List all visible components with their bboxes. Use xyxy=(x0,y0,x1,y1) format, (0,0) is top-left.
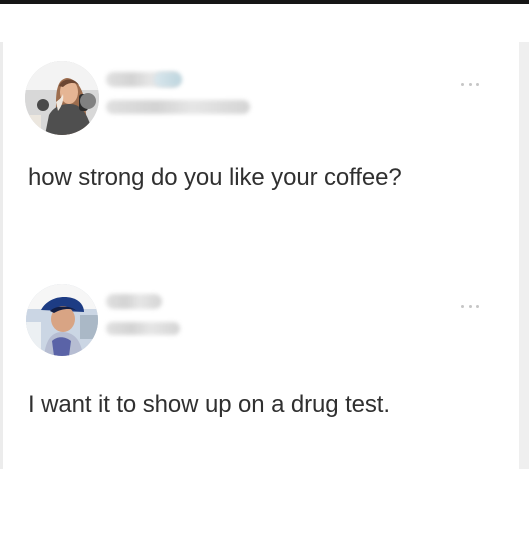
more-options-icon xyxy=(468,82,472,86)
post-card-reply: I want it to show up on a drug test. xyxy=(3,266,519,469)
blurred-username-badge xyxy=(154,72,182,87)
blurred-username xyxy=(106,68,264,122)
more-options-icon xyxy=(461,304,464,308)
screenshot-frame: how strong do you like your coffee? I wa… xyxy=(0,0,529,540)
more-options-button[interactable] xyxy=(461,80,479,88)
profile-avatar-man[interactable] xyxy=(26,284,98,356)
post-text: I want it to show up on a drug test. xyxy=(28,391,390,418)
profile-avatar-woman[interactable] xyxy=(25,61,99,135)
blurred-handle xyxy=(106,322,180,335)
more-options-icon xyxy=(468,304,472,308)
post-card-question: how strong do you like your coffee? xyxy=(3,42,519,260)
blurred-username xyxy=(106,290,180,344)
top-border xyxy=(0,0,529,4)
more-options-button[interactable] xyxy=(461,302,479,310)
blurred-handle xyxy=(106,100,250,114)
profile-photo-man-icon xyxy=(26,284,98,356)
more-options-icon xyxy=(461,82,464,86)
right-edge-strip xyxy=(519,42,529,469)
profile-photo-woman-icon xyxy=(25,61,99,135)
more-options-icon xyxy=(476,82,479,86)
post-text: how strong do you like your coffee? xyxy=(28,164,402,191)
blurred-display-name xyxy=(106,294,162,309)
more-options-icon xyxy=(476,304,479,308)
